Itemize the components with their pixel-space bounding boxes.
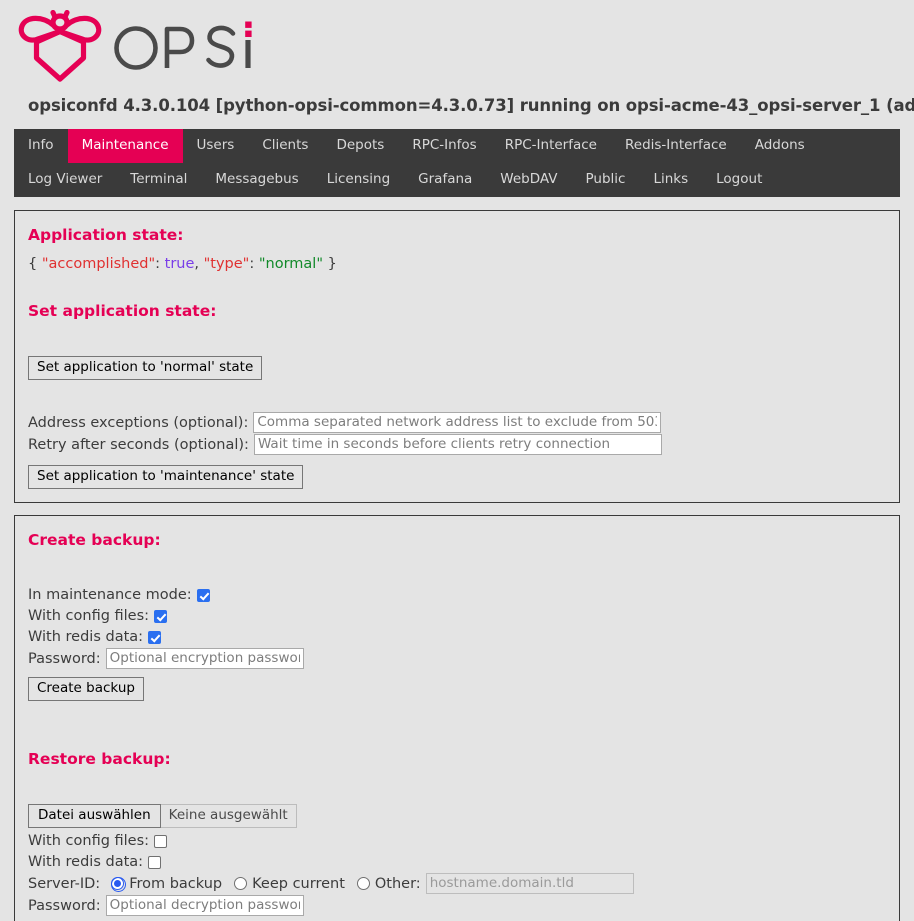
retry-after-label: Retry after seconds (optional): [28, 435, 249, 455]
json-close-brace: } [328, 256, 337, 272]
json-key-accomplished: "accomplished" [42, 256, 155, 272]
restore-file-picker[interactable]: Datei auswählen Keine ausgewählt [28, 804, 886, 828]
nav-item-rpc-infos[interactable]: RPC-Infos [398, 129, 490, 163]
json-open-brace: { [28, 256, 37, 272]
restore-server-id-other-label: Other: [375, 874, 421, 894]
restore-server-id-row: Server-ID: From backup Keep current Othe… [28, 873, 886, 894]
restore-server-id-keep-current-radio[interactable] [234, 877, 247, 890]
nav-item-redis-interface[interactable]: Redis-Interface [611, 129, 741, 163]
restore-file-name-label: Keine ausgewählt [161, 804, 297, 828]
restore-with-redis-data-checkbox[interactable] [148, 856, 161, 869]
json-key-type: "type" [204, 256, 250, 272]
create-with-redis-data-row: With redis data: [28, 627, 886, 647]
restore-with-config-files-label: With config files: [28, 831, 149, 851]
page-header: opsiconfd 4.3.0.104 [python-opsi-common=… [0, 0, 914, 115]
retry-after-input[interactable] [254, 434, 662, 455]
restore-with-config-files-checkbox[interactable] [154, 835, 167, 848]
application-state-heading: Application state: [28, 225, 886, 245]
nav-item-grafana[interactable]: Grafana [404, 163, 486, 197]
create-backup-heading: Create backup: [28, 530, 886, 550]
restore-password-input[interactable] [106, 895, 304, 916]
restore-server-id-label: Server-ID: [28, 874, 100, 894]
main-navigation: InfoMaintenanceUsersClientsDepotsRPC-Inf… [14, 129, 900, 197]
create-with-redis-data-checkbox[interactable] [148, 631, 161, 644]
json-value-accomplished: true [165, 256, 195, 272]
server-info-line: opsiconfd 4.3.0.104 [python-opsi-common=… [14, 82, 914, 115]
restore-password-row: Password: [28, 895, 886, 916]
create-in-maintenance-mode-label: In maintenance mode: [28, 585, 192, 605]
create-with-config-files-checkbox[interactable] [154, 610, 167, 623]
opsi-wordmark [112, 18, 262, 74]
json-value-type: "normal" [259, 256, 323, 272]
nav-row: InfoMaintenanceUsersClientsDepotsRPC-Inf… [14, 129, 900, 197]
restore-backup-heading: Restore backup: [28, 749, 886, 769]
address-exceptions-row: Address exceptions (optional): [28, 412, 886, 433]
address-exceptions-input[interactable] [253, 412, 661, 433]
restore-with-config-files-row: With config files: [28, 831, 886, 851]
nav-item-clients[interactable]: Clients [248, 129, 322, 163]
nav-item-rpc-interface[interactable]: RPC-Interface [491, 129, 611, 163]
nav-item-depots[interactable]: Depots [322, 129, 398, 163]
set-maintenance-state-button[interactable]: Set application to 'maintenance' state [28, 465, 303, 489]
nav-item-info[interactable]: Info [14, 129, 68, 163]
nav-item-messagebus[interactable]: Messagebus [201, 163, 312, 197]
restore-password-label: Password: [28, 896, 101, 916]
nav-item-links[interactable]: Links [639, 163, 702, 197]
create-in-maintenance-mode-row: In maintenance mode: [28, 585, 886, 605]
application-state-json: { "accomplished": true, "type": "normal"… [28, 254, 886, 275]
create-with-config-files-row: With config files: [28, 606, 886, 626]
nav-item-logout[interactable]: Logout [702, 163, 776, 197]
set-application-state-heading: Set application state: [28, 301, 886, 321]
backup-panel: Create backup: In maintenance mode: With… [14, 515, 900, 921]
create-in-maintenance-mode-checkbox[interactable] [197, 589, 210, 602]
opsi-bee-logo-icon [14, 10, 106, 82]
create-password-row: Password: [28, 648, 886, 669]
set-normal-state-button[interactable]: Set application to 'normal' state [28, 356, 262, 380]
restore-server-id-keep-current-label: Keep current [252, 874, 345, 894]
retry-after-row: Retry after seconds (optional): [28, 434, 886, 455]
restore-with-redis-data-row: With redis data: [28, 852, 886, 872]
restore-server-id-from-backup-label: From backup [129, 874, 222, 894]
restore-with-redis-data-label: With redis data: [28, 852, 143, 872]
nav-item-webdav[interactable]: WebDAV [486, 163, 571, 197]
nav-item-licensing[interactable]: Licensing [313, 163, 404, 197]
create-with-redis-data-label: With redis data: [28, 627, 143, 647]
nav-item-terminal[interactable]: Terminal [116, 163, 201, 197]
nav-item-addons[interactable]: Addons [741, 129, 819, 163]
application-state-panel: Application state: { "accomplished": tru… [14, 210, 900, 503]
create-with-config-files-label: With config files: [28, 606, 149, 626]
restore-server-id-other-input[interactable] [426, 873, 634, 894]
nav-item-maintenance[interactable]: Maintenance [68, 129, 183, 163]
restore-server-id-from-backup-radio[interactable] [111, 877, 124, 890]
nav-item-public[interactable]: Public [572, 163, 640, 197]
nav-item-log-viewer[interactable]: Log Viewer [14, 163, 116, 197]
restore-choose-file-button[interactable]: Datei auswählen [28, 804, 161, 828]
create-password-label: Password: [28, 649, 101, 669]
address-exceptions-label: Address exceptions (optional): [28, 413, 248, 433]
create-password-input[interactable] [106, 648, 304, 669]
create-backup-button[interactable]: Create backup [28, 677, 144, 701]
brand-logo [14, 10, 914, 82]
nav-item-users[interactable]: Users [183, 129, 249, 163]
restore-server-id-other-radio[interactable] [357, 877, 370, 890]
